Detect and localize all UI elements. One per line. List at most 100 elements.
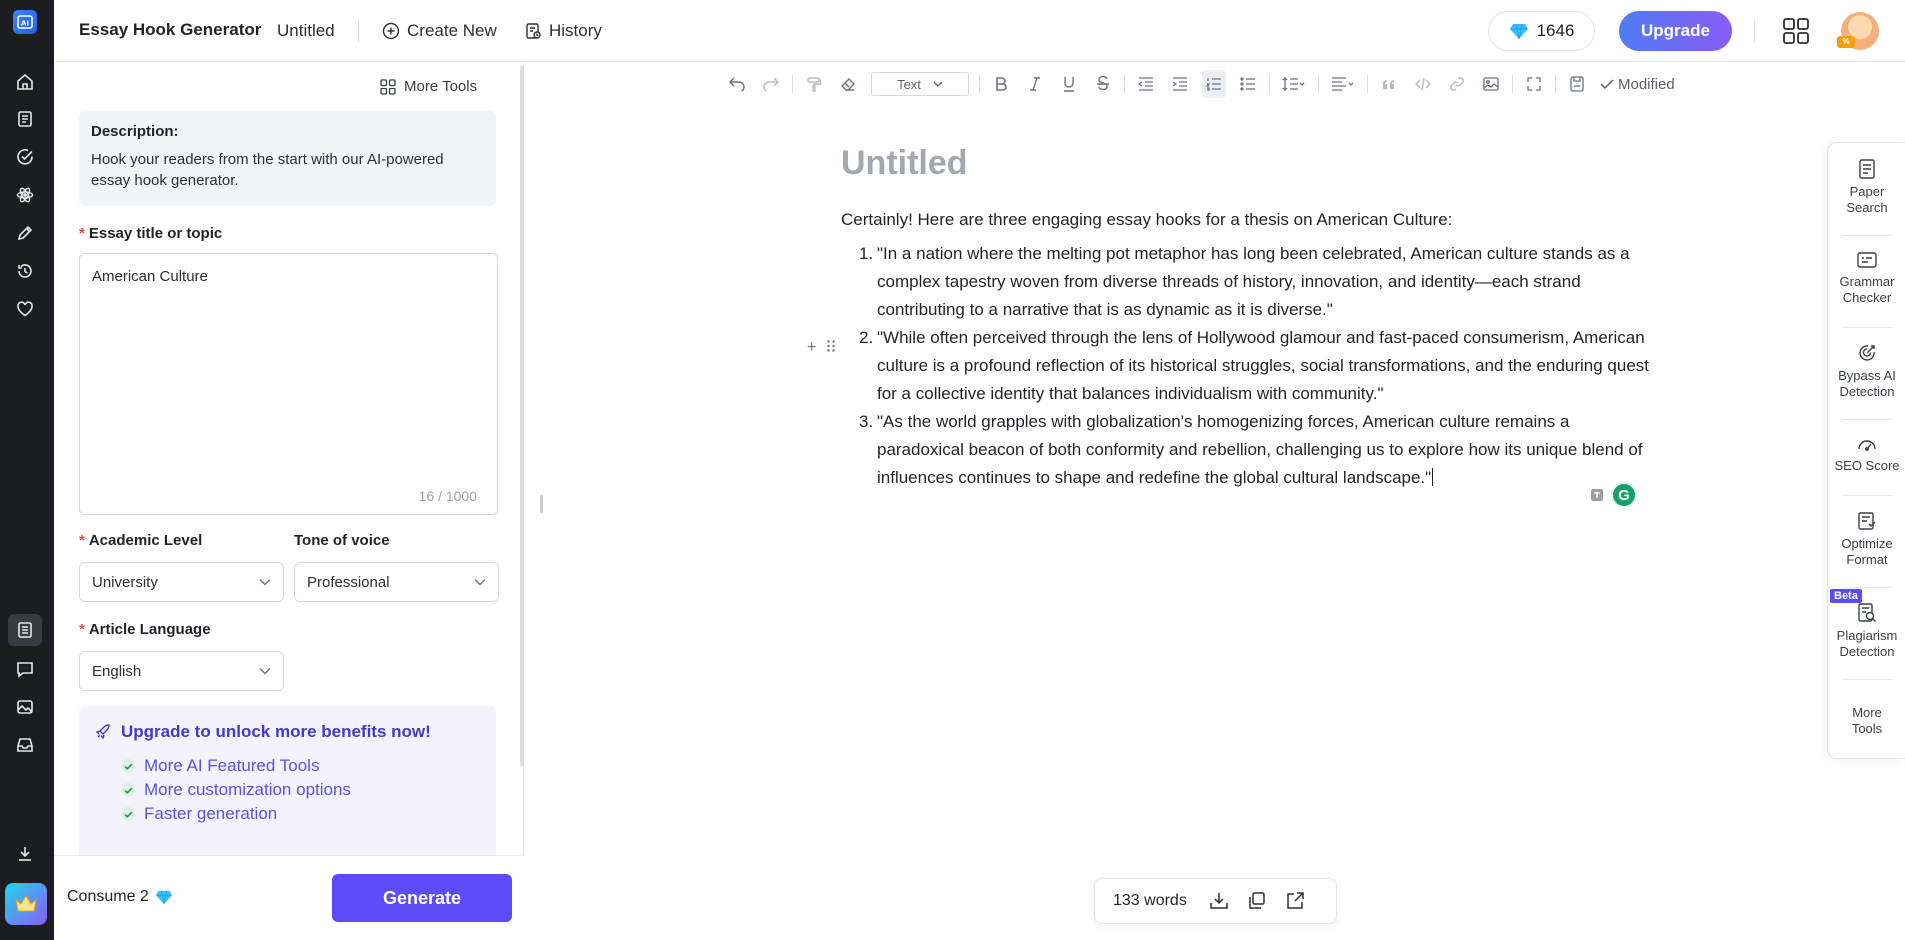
grammar-checker-button[interactable]: Grammar Checker	[1828, 251, 1905, 306]
history-icon[interactable]	[14, 260, 36, 282]
list-item[interactable]: 2. "While often perceived through the len…	[841, 324, 1661, 408]
heart-icon[interactable]	[14, 298, 36, 320]
article-language-select[interactable]: English	[79, 651, 284, 691]
list-item[interactable]: 1. "In a nation where the melting pot met…	[841, 240, 1661, 324]
paper-search-label: Paper Search	[1846, 184, 1888, 215]
underline-icon[interactable]	[1052, 70, 1086, 98]
seo-score-button[interactable]: SEO Score	[1828, 435, 1905, 474]
bold-icon[interactable]	[984, 70, 1018, 98]
text-style-select[interactable]: Text	[871, 72, 969, 96]
panel-resize-handle[interactable]	[540, 495, 543, 513]
paper-search-button[interactable]: Paper Search	[1828, 159, 1905, 216]
credits-badge[interactable]: 1646	[1488, 11, 1595, 51]
toolbar-divider	[792, 75, 793, 93]
description-text: Hook your readers from the start with ou…	[91, 151, 444, 189]
essay-topic-input[interactable]: American Culture 16 / 1000	[79, 253, 498, 515]
diamond-icon	[155, 890, 172, 905]
history-button[interactable]: History	[524, 18, 602, 44]
indent-icon[interactable]	[1163, 70, 1197, 98]
insert-image-icon[interactable]	[1474, 70, 1508, 98]
code-icon[interactable]	[1406, 70, 1440, 98]
panel-footer: Consume 2 Generate	[54, 855, 524, 940]
optimize-format-button[interactable]: Optimize Format	[1828, 511, 1905, 568]
line-height-icon[interactable]	[1274, 70, 1314, 98]
download-app-icon[interactable]	[14, 843, 36, 865]
ordered-list-icon[interactable]	[1202, 70, 1226, 98]
chevron-down-icon	[474, 579, 486, 586]
academic-level-select[interactable]: University	[79, 562, 284, 602]
apps-grid-icon[interactable]	[1782, 17, 1810, 45]
eraser-icon[interactable]	[831, 70, 865, 98]
divider	[1754, 20, 1755, 42]
download-icon[interactable]	[1209, 892, 1229, 910]
panel-scrollbar[interactable]	[520, 66, 524, 766]
toolbar-divider	[1318, 75, 1319, 93]
document-intro[interactable]: Certainly! Here are three engaging essay…	[841, 210, 1452, 230]
required-mark: *	[79, 225, 85, 242]
divider	[1842, 587, 1892, 588]
target-icon	[1859, 345, 1875, 361]
text-cursor	[1432, 468, 1434, 486]
bypass-ai-label: Bypass AI Detection	[1838, 368, 1896, 399]
plagiarism-detection-button[interactable]: Plagiarism Detection	[1828, 603, 1905, 660]
more-tools-button[interactable]: More Tools	[380, 78, 477, 95]
align-icon[interactable]	[1323, 70, 1363, 98]
generate-button[interactable]: Generate	[332, 874, 512, 922]
article-language-label-text: Article Language	[88, 621, 211, 638]
divider	[1842, 327, 1892, 328]
more-tools-side-button[interactable]: More Tools	[1828, 705, 1905, 737]
document-title[interactable]: Untitled	[841, 144, 968, 183]
document-name[interactable]: Untitled	[277, 21, 335, 41]
tools-rail: Paper Search Grammar Checker Bypass AI D…	[1827, 142, 1905, 759]
upgrade-benefits-title: Upgrade to unlock more benefits now!	[95, 722, 480, 742]
home-icon[interactable]	[14, 71, 36, 93]
bypass-ai-detection-button[interactable]: Bypass AI Detection	[1828, 343, 1905, 400]
document-icon[interactable]	[14, 108, 36, 130]
list-item[interactable]: 3. "As the world grapples with globalizat…	[841, 408, 1661, 492]
credits-count: 1646	[1536, 21, 1575, 40]
app-logo-icon[interactable]: AI	[13, 10, 37, 34]
toolbar-divider	[1269, 75, 1270, 93]
more-tools-label: More Tools	[404, 78, 478, 95]
check-circle-icon[interactable]	[14, 146, 36, 168]
strikethrough-icon[interactable]	[1086, 70, 1120, 98]
bullet-list-icon[interactable]	[1231, 70, 1265, 98]
article-language-label: * Article Language	[79, 621, 211, 638]
chat-icon[interactable]	[14, 658, 36, 680]
crown-icon[interactable]	[5, 883, 47, 925]
create-new-button[interactable]: Create New	[382, 18, 497, 44]
add-block-icon[interactable]: +	[807, 339, 816, 357]
share-icon[interactable]	[1285, 892, 1305, 910]
benefit-text: Faster generation	[144, 804, 278, 823]
benefit-item: More customization options	[121, 778, 480, 802]
text-style-value: Text	[897, 76, 921, 92]
grammarly-icon[interactable]: G	[1611, 482, 1637, 508]
save-icon[interactable]	[1560, 70, 1594, 98]
history-label: History	[549, 21, 602, 40]
essay-writer-icon[interactable]	[8, 614, 42, 646]
outdent-icon[interactable]	[1129, 70, 1163, 98]
link-icon[interactable]	[1440, 70, 1474, 98]
inbox-icon[interactable]	[14, 734, 36, 756]
atom-icon[interactable]	[14, 184, 36, 206]
copy-icon[interactable]	[1247, 892, 1267, 910]
block-tools: +	[807, 339, 836, 357]
upgrade-button[interactable]: Upgrade	[1619, 11, 1732, 51]
benefit-item: More AI Featured Tools	[121, 754, 480, 778]
divider	[358, 20, 359, 42]
fullscreen-icon[interactable]	[1517, 70, 1551, 98]
drag-handle-icon[interactable]	[826, 339, 836, 357]
quote-icon[interactable]	[1372, 70, 1406, 98]
tone-of-voice-select[interactable]: Professional	[294, 562, 499, 602]
translate-icon[interactable]	[1589, 487, 1605, 503]
tone-of-voice-value: Professional	[307, 573, 390, 591]
italic-icon[interactable]	[1018, 70, 1052, 98]
word-count: 133 words	[1113, 892, 1187, 909]
image-icon[interactable]	[14, 696, 36, 718]
avatar[interactable]: %	[1837, 12, 1879, 50]
consume-info: Consume 2	[67, 888, 173, 906]
format-painter-icon[interactable]	[797, 70, 831, 98]
pencil-icon[interactable]	[14, 222, 36, 244]
redo-icon[interactable]	[754, 70, 788, 98]
undo-icon[interactable]	[720, 70, 754, 98]
